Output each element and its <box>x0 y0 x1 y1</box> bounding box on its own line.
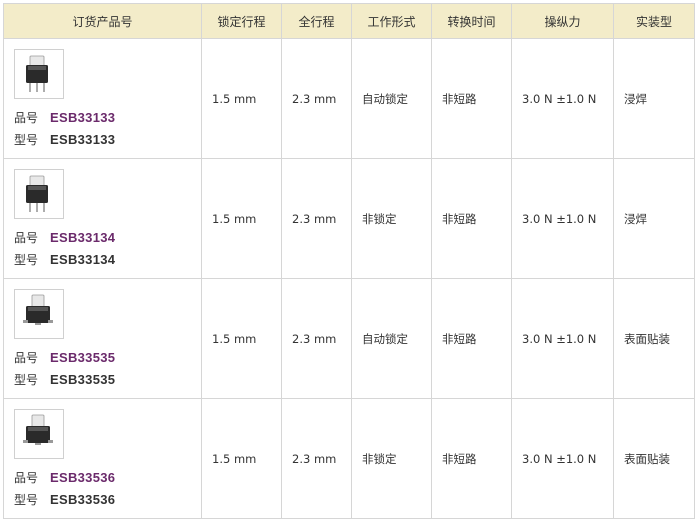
part-no-line: 品号 ESB33134 <box>14 227 201 249</box>
lock-stroke-cell: 1.5 mm <box>201 278 282 399</box>
product-image[interactable] <box>14 168 64 219</box>
model-line: 型号 ESB33133 <box>14 129 201 151</box>
part-no-line: 品号 ESB33535 <box>14 347 201 369</box>
table-row: 品号 ESB33536 型号 ESB33536 1.5 mm 2.3 mm 非锁定 … <box>3 398 695 519</box>
header-operation: 工作形式 <box>351 3 432 39</box>
full-stroke-cell: 2.3 mm <box>281 278 352 399</box>
mounting-cell: 表面贴装 <box>613 278 695 399</box>
model-label: 型号 <box>14 492 39 507</box>
lock-stroke-cell: 1.5 mm <box>201 158 282 279</box>
product-cell: 品号 ESB33536 型号 ESB33536 <box>3 398 202 519</box>
header-lock-stroke: 锁定行程 <box>201 3 282 39</box>
header-order-no: 订货产品号 <box>3 3 202 39</box>
part-no-link[interactable]: ESB33134 <box>50 230 115 245</box>
part-no-label: 品号 <box>14 110 39 125</box>
mounting-cell: 表面贴装 <box>613 398 695 519</box>
product-cell: 品号 ESB33133 型号 ESB33133 <box>3 38 202 159</box>
product-cell: 品号 ESB33134 型号 ESB33134 <box>3 158 202 279</box>
model-value: ESB33536 <box>50 491 116 507</box>
force-cell: 3.0 N ±1.0 N <box>511 158 614 279</box>
product-table: 订货产品号 锁定行程 全行程 工作形式 转换时间 操纵力 实装型 品号 ESB33… <box>3 3 695 519</box>
operation-cell: 非锁定 <box>351 158 432 279</box>
lock-stroke-cell: 1.5 mm <box>201 38 282 159</box>
model-value: ESB33134 <box>50 251 116 267</box>
part-no-link[interactable]: ESB33536 <box>50 470 115 485</box>
switching-cell: 非短路 <box>431 398 512 519</box>
header-full-stroke: 全行程 <box>281 3 352 39</box>
model-line: 型号 ESB33134 <box>14 249 201 271</box>
full-stroke-cell: 2.3 mm <box>281 398 352 519</box>
model-value: ESB33133 <box>50 131 116 147</box>
product-image[interactable] <box>14 408 64 459</box>
model-label: 型号 <box>14 252 39 267</box>
model-label: 型号 <box>14 372 39 387</box>
full-stroke-cell: 2.3 mm <box>281 158 352 279</box>
switch-smd-icon <box>23 294 53 325</box>
switch-dip-icon <box>26 55 48 92</box>
force-cell: 3.0 N ±1.0 N <box>511 278 614 399</box>
operation-cell: 非锁定 <box>351 398 432 519</box>
table-header-row: 订货产品号 锁定行程 全行程 工作形式 转换时间 操纵力 实装型 <box>3 3 695 39</box>
mounting-cell: 浸焊 <box>613 158 695 279</box>
part-no-label: 品号 <box>14 470 39 485</box>
switch-smd-icon <box>23 414 53 445</box>
model-line: 型号 ESB33536 <box>14 489 201 511</box>
mounting-cell: 浸焊 <box>613 38 695 159</box>
operation-cell: 自动锁定 <box>351 38 432 159</box>
part-no-label: 品号 <box>14 230 39 245</box>
force-cell: 3.0 N ±1.0 N <box>511 398 614 519</box>
header-switching: 转换时间 <box>431 3 512 39</box>
model-label: 型号 <box>14 132 39 147</box>
header-force: 操纵力 <box>511 3 614 39</box>
lock-stroke-cell: 1.5 mm <box>201 398 282 519</box>
part-no-label: 品号 <box>14 350 39 365</box>
force-cell: 3.0 N ±1.0 N <box>511 38 614 159</box>
table-row: 品号 ESB33134 型号 ESB33134 1.5 mm 2.3 mm 非锁定 … <box>3 158 695 279</box>
product-image[interactable] <box>14 288 64 339</box>
part-no-line: 品号 ESB33133 <box>14 107 201 129</box>
part-no-line: 品号 ESB33536 <box>14 467 201 489</box>
product-image[interactable] <box>14 48 64 99</box>
switch-dip-icon <box>26 175 48 212</box>
header-mounting: 实装型 <box>613 3 695 39</box>
model-line: 型号 ESB33535 <box>14 369 201 391</box>
model-value: ESB33535 <box>50 371 116 387</box>
switching-cell: 非短路 <box>431 158 512 279</box>
table-row: 品号 ESB33535 型号 ESB33535 1.5 mm 2.3 mm 自动锁定… <box>3 278 695 399</box>
full-stroke-cell: 2.3 mm <box>281 38 352 159</box>
part-no-link[interactable]: ESB33535 <box>50 350 115 365</box>
switching-cell: 非短路 <box>431 38 512 159</box>
part-no-link[interactable]: ESB33133 <box>50 110 115 125</box>
product-cell: 品号 ESB33535 型号 ESB33535 <box>3 278 202 399</box>
operation-cell: 自动锁定 <box>351 278 432 399</box>
table-row: 品号 ESB33133 型号 ESB33133 1.5 mm 2.3 mm 自动锁定… <box>3 38 695 159</box>
switching-cell: 非短路 <box>431 278 512 399</box>
